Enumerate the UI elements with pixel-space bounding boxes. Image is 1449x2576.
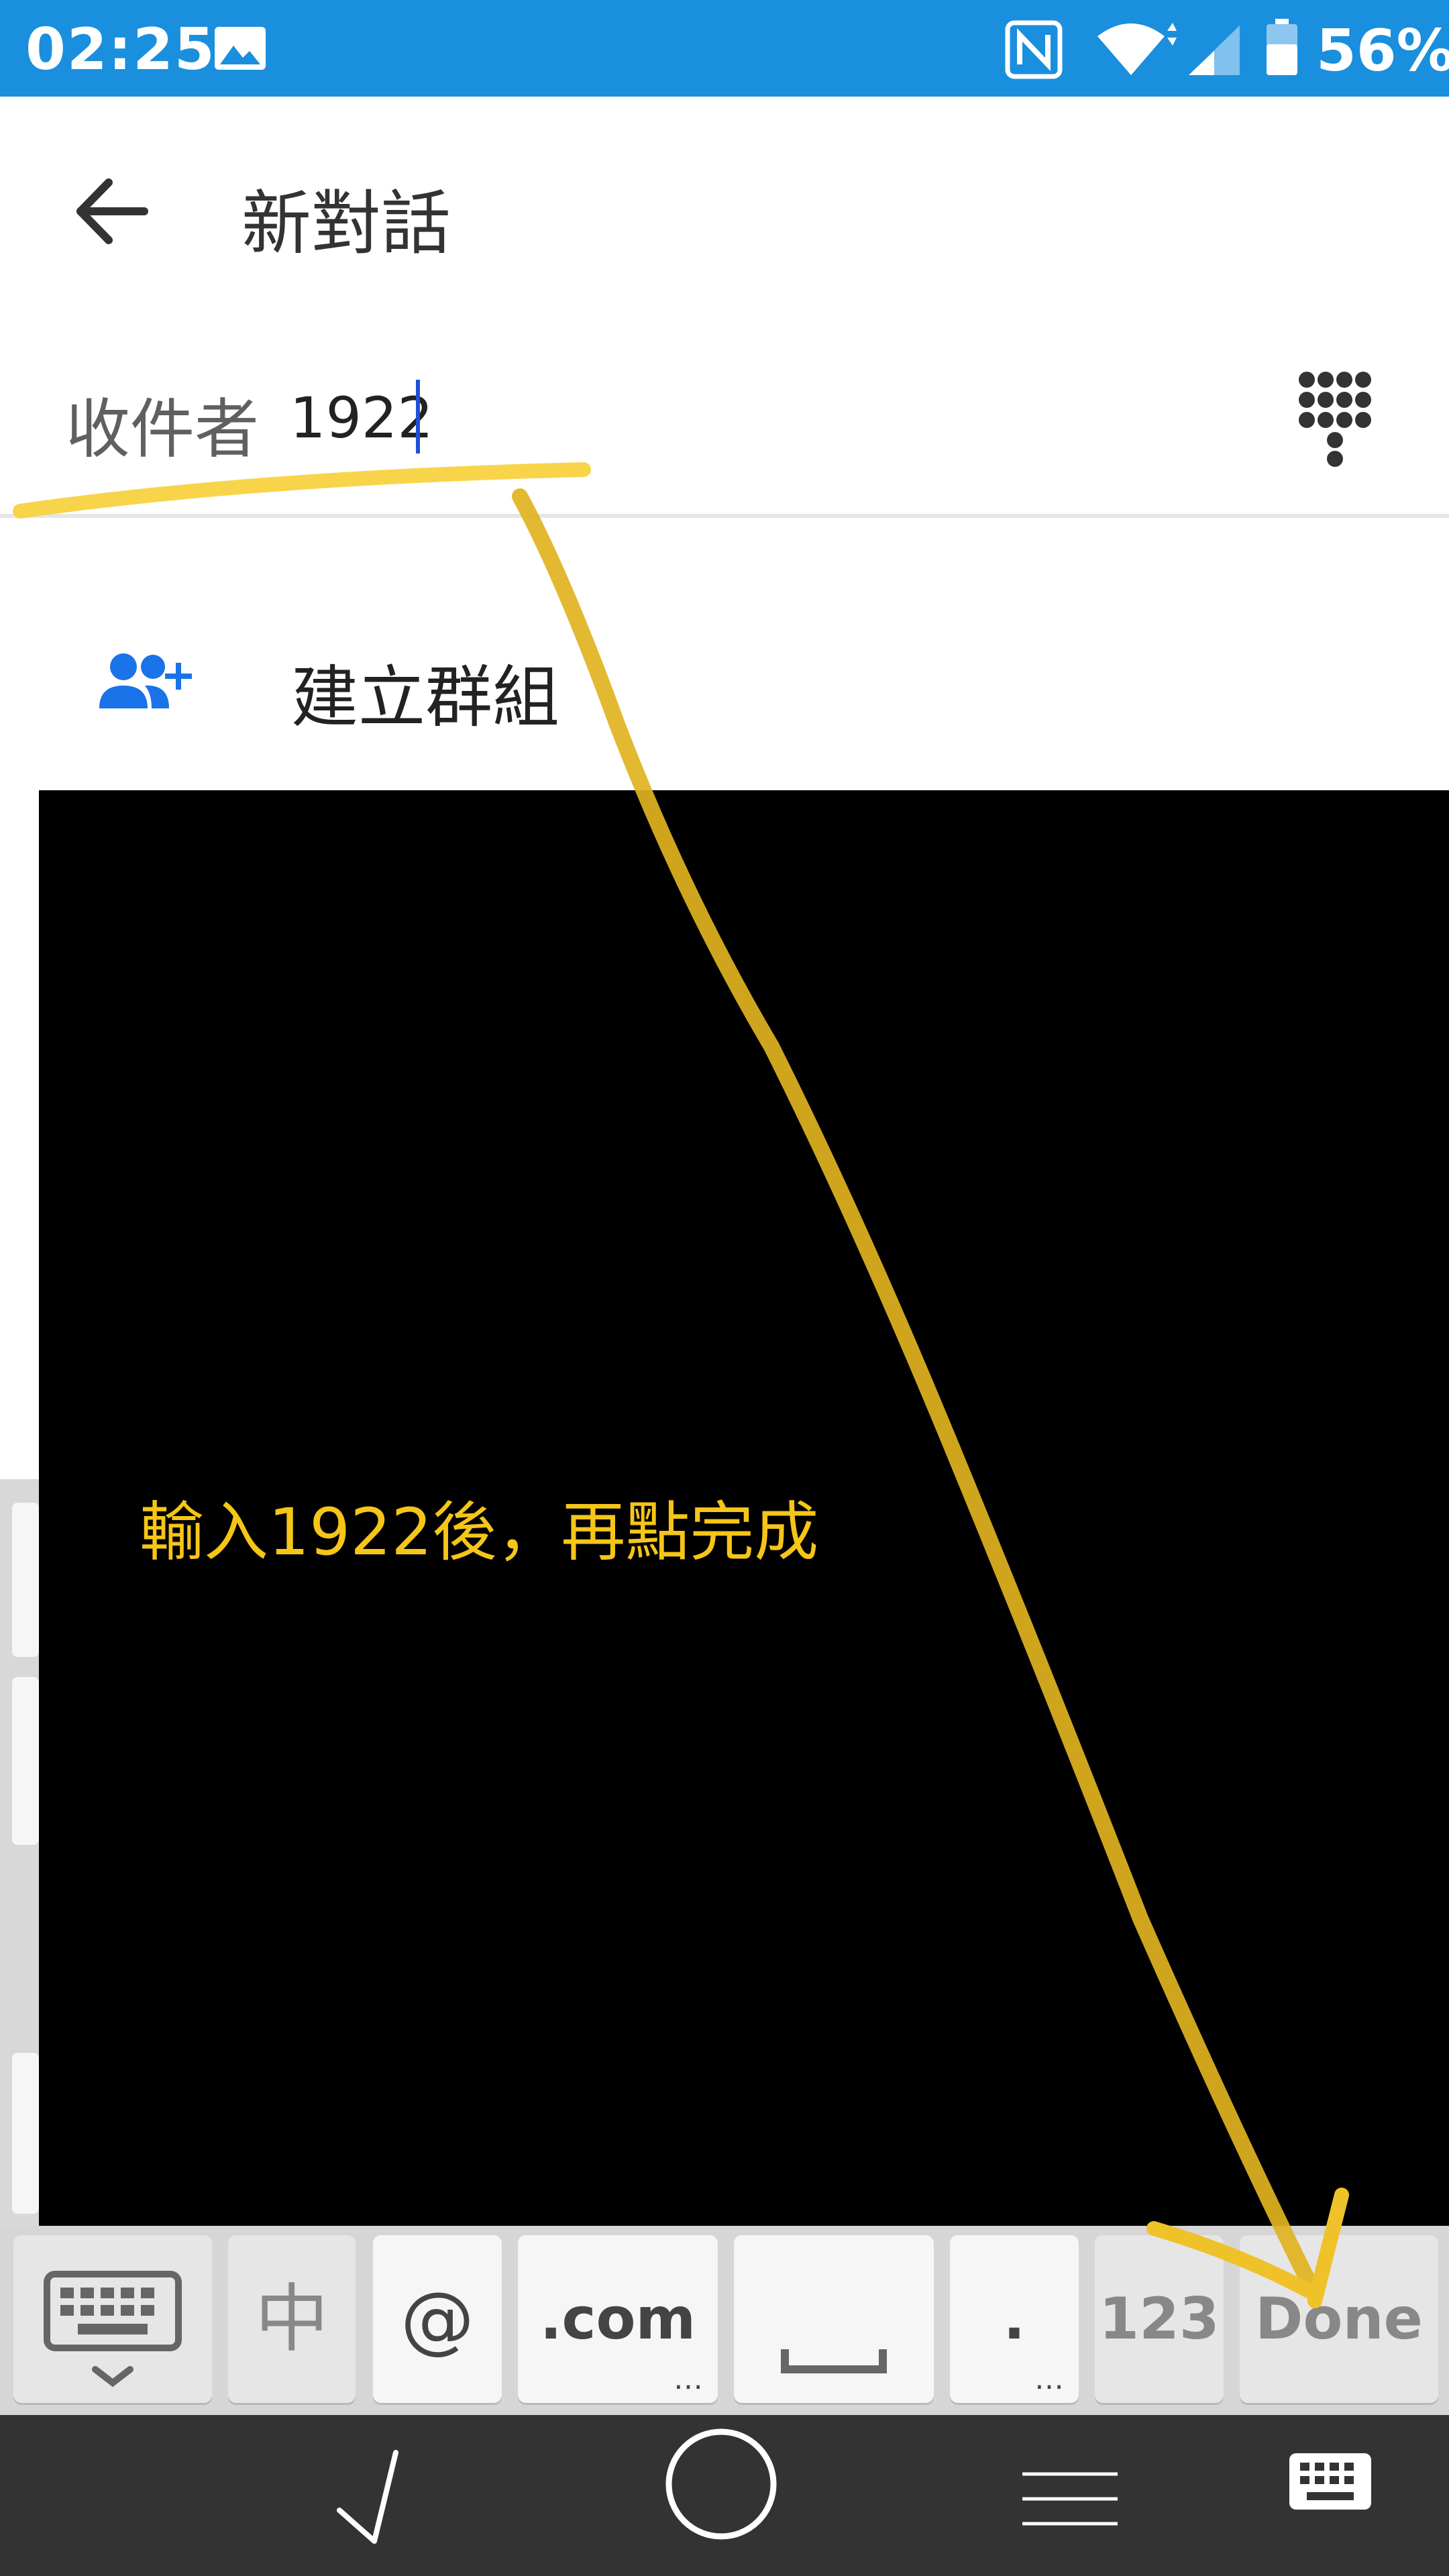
create-group-button[interactable]: 建立群組 <box>291 643 559 740</box>
dot-com-key[interactable]: .com … <box>518 2235 718 2403</box>
more-icon: … <box>1034 2362 1064 2396</box>
text-cursor <box>416 380 420 453</box>
chinese-key[interactable]: 中 <box>228 2235 356 2403</box>
done-key[interactable]: Done <box>1240 2235 1438 2403</box>
space-key[interactable] <box>734 2235 934 2403</box>
keyboard-key <box>12 1677 39 1845</box>
keyboard-row <box>0 2226 1449 2415</box>
switch-keyboard-key[interactable] <box>13 2235 212 2403</box>
battery-icon <box>1267 19 1297 75</box>
instruction-text: 輸入1922後，再點完成 <box>140 1495 819 1570</box>
back-down-icon[interactable] <box>331 2447 419 2548</box>
recipient-label: 收件者 <box>66 392 259 467</box>
numbers-key[interactable]: 123 <box>1095 2235 1224 2403</box>
signal-icon <box>1189 25 1240 75</box>
dialpad-icon[interactable] <box>1295 368 1375 468</box>
group-add-icon[interactable] <box>98 651 192 711</box>
divider <box>0 514 1449 518</box>
keyboard-key <box>12 2053 39 2214</box>
home-icon[interactable] <box>664 2427 778 2541</box>
keyboard-icon[interactable] <box>1288 2452 1373 2511</box>
period-key[interactable]: . … <box>950 2235 1079 2403</box>
back-button[interactable] <box>67 168 154 255</box>
image-icon <box>215 27 266 70</box>
nfc-icon <box>1005 20 1063 79</box>
arrow-left-icon <box>76 178 148 244</box>
wifi-icon <box>1097 23 1177 75</box>
space-icon <box>781 2349 887 2373</box>
page-title: 新對話 <box>241 182 451 264</box>
more-icon: … <box>674 2362 703 2396</box>
battery-percent: 56% <box>1316 17 1449 85</box>
at-key[interactable]: @ <box>373 2235 502 2403</box>
status-time: 02:25 <box>25 16 216 83</box>
keyboard-key <box>12 1503 39 1657</box>
menu-icon[interactable] <box>1020 2469 1120 2529</box>
keyboard-icon <box>44 2271 182 2387</box>
recipient-input[interactable]: 1922 <box>290 385 433 451</box>
